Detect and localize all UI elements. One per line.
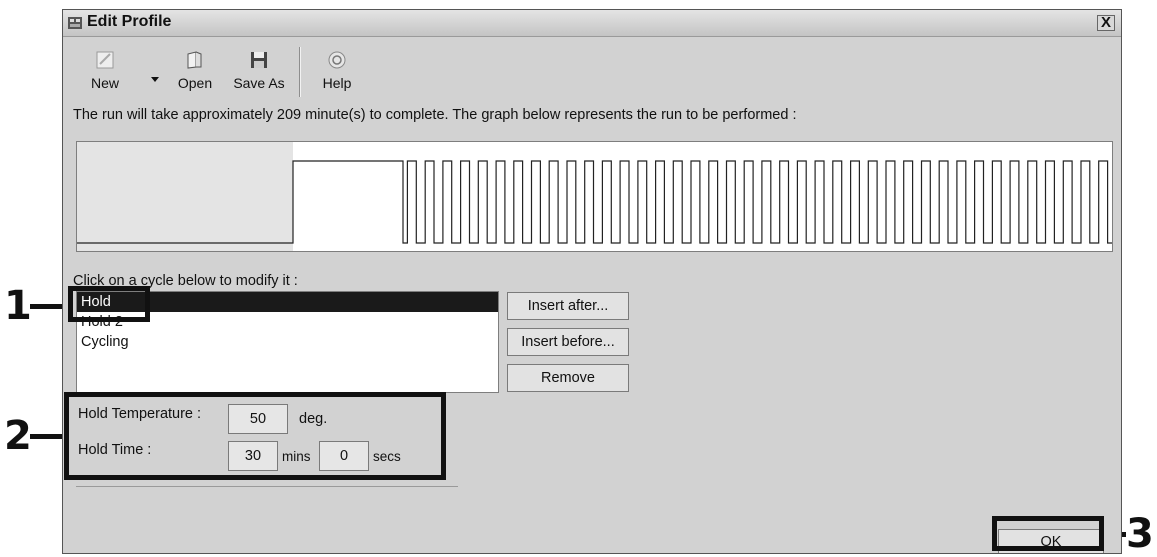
hold-time-label: Hold Time : [78, 442, 152, 458]
hold-time-mins-field[interactable]: 30 [228, 441, 278, 471]
help-label: Help [322, 75, 352, 91]
close-button[interactable]: X [1097, 15, 1115, 31]
secs-unit: secs [373, 449, 401, 464]
temperature-profile-plot [77, 142, 1112, 251]
cycle-prompt: Click on a cycle below to modify it : [73, 273, 298, 289]
hold-time-secs-field[interactable]: 0 [319, 441, 369, 471]
save-as-button[interactable]: Save As [227, 43, 291, 101]
open-button[interactable]: Open [175, 43, 215, 101]
new-button[interactable]: New [85, 43, 125, 101]
window-title: Edit Profile [87, 13, 172, 30]
mins-unit: mins [282, 449, 311, 464]
help-button[interactable]: Help [317, 43, 357, 101]
help-icon [328, 51, 346, 69]
run-profile-graph [76, 141, 1113, 252]
remove-button[interactable]: Remove [507, 364, 629, 392]
open-folder-icon [187, 51, 202, 69]
open-label: Open [177, 75, 213, 91]
hold-parameters-panel: Hold Temperature : 50 deg. Hold Time : 3… [76, 398, 458, 487]
edit-profile-dialog: Edit Profile X New Open Save As Help The… [62, 9, 1122, 554]
ok-button[interactable]: OK [998, 529, 1104, 553]
title-bar: Edit Profile X [63, 10, 1121, 37]
cycle-list[interactable]: Hold Hold 2 Cycling [76, 291, 499, 393]
callout-number-2: 2 [4, 413, 32, 459]
save-disk-icon [251, 52, 267, 68]
app-icon [68, 17, 82, 29]
run-duration-text: The run will take approximately 209 minu… [73, 107, 797, 123]
callout-line-2 [30, 434, 66, 439]
callout-number-3: 3 [1126, 511, 1154, 557]
new-label: New [90, 75, 119, 91]
cycle-item-hold[interactable]: Hold [77, 292, 498, 312]
ok-label: OK [1040, 534, 1062, 550]
new-dropdown-arrow-icon[interactable] [151, 77, 159, 82]
save-as-label: Save As [233, 75, 285, 91]
new-profile-icon [96, 51, 114, 69]
cycle-item-cycling[interactable]: Cycling [77, 332, 498, 352]
insert-before-button[interactable]: Insert before... [507, 328, 629, 356]
toolbar: New Open Save As Help [71, 43, 371, 101]
hold-temperature-field[interactable]: 50 [228, 404, 288, 434]
callout-number-1: 1 [4, 283, 32, 329]
insert-after-button[interactable]: Insert after... [507, 292, 629, 320]
temperature-unit: deg. [299, 411, 328, 427]
toolbar-separator [299, 47, 301, 97]
hold-temperature-label: Hold Temperature : [78, 406, 202, 422]
cycle-item-hold-2[interactable]: Hold 2 [77, 312, 498, 332]
